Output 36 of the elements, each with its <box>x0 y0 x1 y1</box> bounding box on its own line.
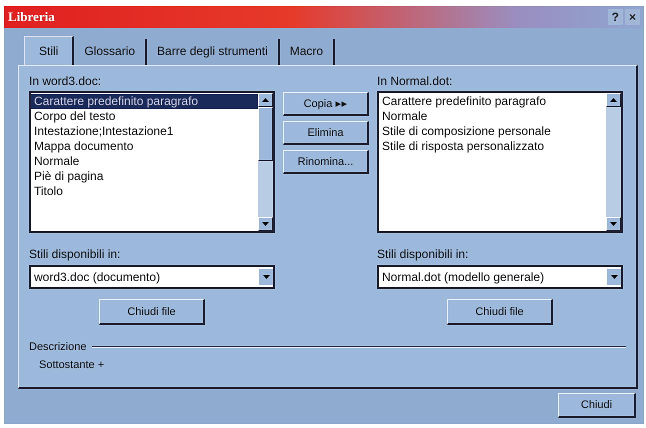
field-label: Stili disponibili in: <box>377 247 470 261</box>
help-button[interactable]: ? <box>608 9 623 25</box>
description-text: Sottostante + <box>39 359 104 371</box>
list-item[interactable]: Normale <box>31 154 258 169</box>
close-file-button[interactable]: Chiudi file <box>447 299 553 325</box>
list-item[interactable]: Mappa documento <box>31 139 258 154</box>
scroll-thumb[interactable] <box>258 107 273 161</box>
action-button[interactable]: Copia ▸▸ <box>283 92 369 116</box>
field-label: Stili disponibili in: <box>29 247 122 261</box>
dropdown-field[interactable]: Normal.dot (modello generale) <box>377 265 623 289</box>
list-label: In word3.doc: <box>29 74 102 88</box>
list-item[interactable]: Stile di risposta personalizzato <box>379 139 606 154</box>
dropdown-field[interactable]: word3.doc (documento) <box>29 265 275 289</box>
list-item[interactable]: Normale <box>379 109 606 124</box>
window-title: Libreria <box>8 9 55 25</box>
list-item[interactable]: Carattere predefinito paragrafo <box>31 94 258 109</box>
close-dialog-button[interactable]: Chiudi <box>558 393 636 418</box>
scroll-up-icon[interactable] <box>258 93 273 107</box>
list-item[interactable]: Corpo del testo <box>31 109 258 124</box>
tab[interactable]: Stili <box>24 36 74 65</box>
close-file-button[interactable]: Chiudi file <box>99 299 205 325</box>
scrollbar[interactable] <box>258 93 273 231</box>
list-item[interactable]: Intestazione;Intestazione1 <box>31 124 258 139</box>
scroll-down-icon[interactable] <box>606 217 621 231</box>
list-item[interactable]: Carattere predefinito paragrafo <box>379 94 606 109</box>
list-item[interactable]: Piè di pagina <box>31 169 258 184</box>
section-label: Descrizione <box>29 341 86 353</box>
scroll-up-icon[interactable] <box>606 93 621 107</box>
scroll-down-icon[interactable] <box>258 217 273 231</box>
close-button[interactable]: × <box>624 9 640 25</box>
list-label: In Normal.dot: <box>377 74 454 88</box>
action-button[interactable]: Rinomina... <box>283 150 369 174</box>
list-item[interactable]: Titolo <box>31 184 258 199</box>
action-button[interactable]: Elimina <box>283 121 369 145</box>
list-item[interactable]: Stile di composizione personale <box>379 124 606 139</box>
scrollbar[interactable] <box>606 93 621 231</box>
